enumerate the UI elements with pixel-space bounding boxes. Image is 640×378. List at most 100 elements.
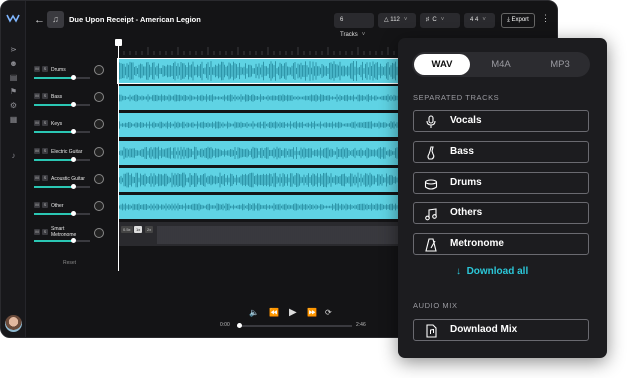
track-row: M S Electric Guitar	[31, 141, 111, 167]
fast-forward-icon[interactable]: ⏩	[307, 308, 317, 317]
volume-handle[interactable]	[70, 211, 76, 216]
mute-button[interactable]: M	[34, 66, 40, 72]
mute-button[interactable]: M	[34, 175, 40, 181]
volume-handle[interactable]	[70, 102, 76, 107]
song-title: Due Upon Receipt - American Legion	[69, 15, 201, 24]
volume-handle[interactable]	[70, 238, 76, 243]
download-vocals-button[interactable]: Vocals	[413, 110, 589, 132]
volume-fill	[34, 213, 74, 215]
solo-button[interactable]: S	[42, 120, 48, 126]
mute-button[interactable]: M	[34, 148, 40, 154]
track-row: M S Keys	[31, 113, 111, 139]
volume-fill	[34, 77, 74, 79]
volume-handle[interactable]	[70, 129, 76, 134]
tracks-dropdown[interactable]: 6 Tracks ˅	[334, 13, 374, 38]
share-icon[interactable]: ⋗	[9, 45, 18, 54]
track-name: Bass	[51, 94, 63, 100]
metronome-icon	[425, 238, 437, 252]
download-metronome-button[interactable]: Metronome	[413, 233, 589, 255]
stem-label: Drums	[450, 177, 482, 188]
mute-button[interactable]: M	[34, 120, 40, 126]
rewind-icon[interactable]: ⏪	[269, 308, 279, 317]
volume-handle[interactable]	[70, 157, 76, 162]
volume-slider[interactable]	[34, 129, 90, 134]
tempo-value: 112	[390, 17, 400, 23]
pan-knob[interactable]	[94, 147, 104, 157]
avatar[interactable]	[5, 315, 22, 332]
volume-slider[interactable]	[34, 184, 90, 189]
volume-slider[interactable]	[34, 157, 90, 162]
pan-knob[interactable]	[94, 119, 104, 129]
download-all-link[interactable]: ↓ Download all	[456, 266, 528, 277]
format-mp3[interactable]: MP3	[532, 54, 588, 75]
solo-button[interactable]: S	[42, 66, 48, 72]
back-arrow-icon[interactable]: ←	[34, 14, 45, 26]
format-m4a[interactable]: M4A	[473, 54, 529, 75]
mix-label: Downlaod Mix	[450, 324, 518, 335]
playhead	[118, 41, 119, 271]
download-mix-button[interactable]: Downlaod Mix	[413, 319, 589, 341]
solo-button[interactable]: S	[42, 93, 48, 99]
song-thumbnail-icon: ♫	[47, 11, 64, 28]
format-wav[interactable]: WAV	[414, 54, 470, 75]
track-row: M S Bass	[31, 86, 111, 112]
solo-button[interactable]: S	[42, 229, 48, 235]
volume-handle[interactable]	[70, 75, 76, 80]
volume-slider[interactable]	[34, 75, 90, 80]
solo-button[interactable]: S	[42, 175, 48, 181]
grid-icon[interactable]: ▦	[9, 115, 18, 124]
time-signature-dropdown[interactable]: 4 4 ˅	[464, 13, 495, 28]
export-label: Export	[511, 17, 529, 23]
side-rail: ⋗ ☻ ▤ ⚑ ⚙ ▦ ♪	[1, 1, 26, 337]
volume-fill	[34, 186, 74, 188]
tempo-dropdown[interactable]: △ 112 ˅	[378, 13, 416, 28]
export-button[interactable]: ⤓ Export	[501, 13, 535, 28]
download-drums-button[interactable]: Drums	[413, 172, 589, 194]
users-icon[interactable]: ☻	[9, 59, 18, 68]
pan-knob[interactable]	[94, 92, 104, 102]
tag-icon[interactable]: ⚑	[9, 87, 18, 96]
solo-button[interactable]: S	[42, 202, 48, 208]
track-row: M S Acoustic Guitar	[31, 168, 111, 194]
pan-knob[interactable]	[94, 228, 104, 238]
bass-guitar-icon	[427, 146, 435, 160]
download-others-button[interactable]: Others	[413, 202, 589, 224]
track-name: Drums	[51, 67, 66, 73]
key-dropdown[interactable]: ♯ C ˅	[420, 13, 460, 28]
app-logo-icon[interactable]	[6, 13, 20, 23]
drum-icon	[424, 179, 438, 190]
seek-handle[interactable]	[237, 323, 242, 328]
audio-mix-heading: AUDIO MIX	[413, 301, 458, 310]
track-name: Smart Metronome	[51, 226, 77, 238]
settings-icon[interactable]: ⚙	[9, 101, 18, 110]
loop-icon[interactable]: ⟳	[325, 308, 332, 317]
play-icon[interactable]: ▶	[289, 307, 297, 318]
library-icon[interactable]: ▤	[9, 73, 18, 82]
pan-knob[interactable]	[94, 65, 104, 75]
volume-slider[interactable]	[34, 211, 90, 216]
mute-button[interactable]: M	[34, 202, 40, 208]
pan-knob[interactable]	[94, 201, 104, 211]
reset-button[interactable]: Reset	[63, 260, 76, 266]
mute-button[interactable]: M	[34, 93, 40, 99]
seek-bar[interactable]	[237, 323, 352, 328]
total-time: 2:46	[356, 322, 366, 328]
volume-icon[interactable]: 🔈	[249, 308, 259, 317]
track-name: Other	[51, 203, 64, 209]
pan-knob[interactable]	[94, 174, 104, 184]
solo-button[interactable]: S	[42, 148, 48, 154]
separated-tracks-heading: SEPARATED TRACKS	[413, 93, 500, 102]
volume-slider[interactable]	[34, 102, 90, 107]
more-options-icon[interactable]: ⋮	[541, 13, 550, 24]
chevron-down-icon: ˅	[482, 17, 486, 23]
metronome-small-icon: △	[384, 17, 389, 23]
export-panel: WAV M4A MP3 SEPARATED TRACKS Vocals Bass…	[398, 38, 607, 358]
download-all-label: Download all	[466, 266, 529, 277]
mute-button[interactable]: M	[34, 229, 40, 235]
chevron-down-icon: ˅	[440, 17, 445, 23]
arrow-down-icon: ↓	[456, 266, 461, 277]
volume-handle[interactable]	[70, 184, 76, 189]
volume-slider[interactable]	[34, 238, 90, 243]
download-bass-button[interactable]: Bass	[413, 141, 589, 163]
tuner-icon[interactable]: ♪	[9, 151, 18, 160]
